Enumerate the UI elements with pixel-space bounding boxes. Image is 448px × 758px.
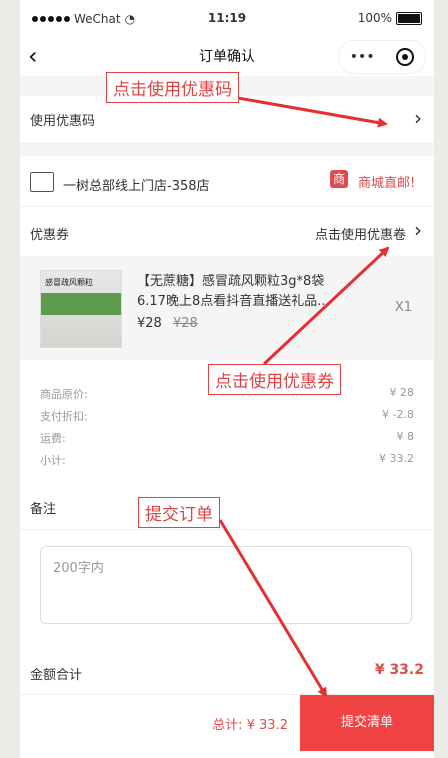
summary-label: 商品原价: [40, 388, 88, 401]
summary-value: ¥ 8 [396, 430, 415, 443]
mall-direct-text: 商城直邮! [358, 176, 416, 191]
mini-program-capsule: ••• [338, 40, 426, 74]
summary-value: ¥ 33.2 [379, 452, 414, 465]
section-gap [20, 142, 434, 156]
remark-label: 备注 [30, 502, 57, 517]
annotation-submit: 提交订单 [138, 497, 220, 528]
summary-label: 小计: [40, 454, 66, 467]
bottom-bar: 总计: ¥ 33.2 提交清单 [20, 694, 434, 751]
more-icon[interactable]: ••• [350, 49, 375, 65]
product-quantity: X1 [394, 300, 412, 315]
status-bar: WeChat ◔ 11:19 100% [20, 0, 434, 38]
close-mini-program-icon[interactable] [396, 48, 415, 66]
annotation-promo: 点击使用优惠码 [106, 72, 239, 103]
battery-percent: 100% [357, 11, 392, 25]
summary-value: ¥ 28 [389, 386, 415, 399]
divider [20, 529, 434, 530]
battery-icon [396, 11, 422, 25]
product-price: ¥28 [137, 316, 162, 331]
summary-value: ¥ -2.8 [382, 408, 414, 421]
product-title: 【无蔗糖】感冒疏风颗粒3g*8袋 6.17晚上8点看抖音直播送礼品... [137, 274, 330, 309]
mall-badge: 商 [330, 170, 348, 188]
store-name: 一树总部线上门店-358店 [63, 179, 210, 194]
product-original-price: ¥28 [173, 316, 198, 331]
submit-order-button[interactable]: 提交清单 [300, 695, 434, 751]
annotation-coupon: 点击使用优惠券 [208, 364, 341, 395]
nav-bar: ‹ 订单确认 ••• [20, 38, 434, 76]
remark-input[interactable]: 200字内 [40, 546, 412, 624]
product-item: 感冒疏风颗粒 【无蔗糖】感冒疏风颗粒3g*8袋 6.17晚上8点看抖音直播送礼品… [20, 256, 434, 360]
product-image-label: 感冒疏风颗粒 [45, 278, 93, 287]
product-image: 感冒疏风颗粒 [40, 270, 122, 348]
total-label: 金额合计 [30, 668, 83, 683]
promo-code-label: 使用优惠码 [30, 114, 96, 129]
summary-label: 支付折扣: [40, 410, 88, 423]
use-coupon-link[interactable]: 点击使用优惠卷 [315, 224, 406, 243]
total-value: ¥ 33.2 [374, 662, 424, 678]
summary-label: 运费: [40, 432, 66, 445]
coupon-label: 优惠券 [30, 228, 70, 243]
chevron-right-icon: › [414, 106, 422, 130]
store-icon [30, 172, 54, 192]
chevron-right-icon[interactable]: › [414, 218, 422, 242]
divider [20, 206, 434, 207]
bottom-total: 总计: ¥ 33.2 [212, 718, 288, 733]
